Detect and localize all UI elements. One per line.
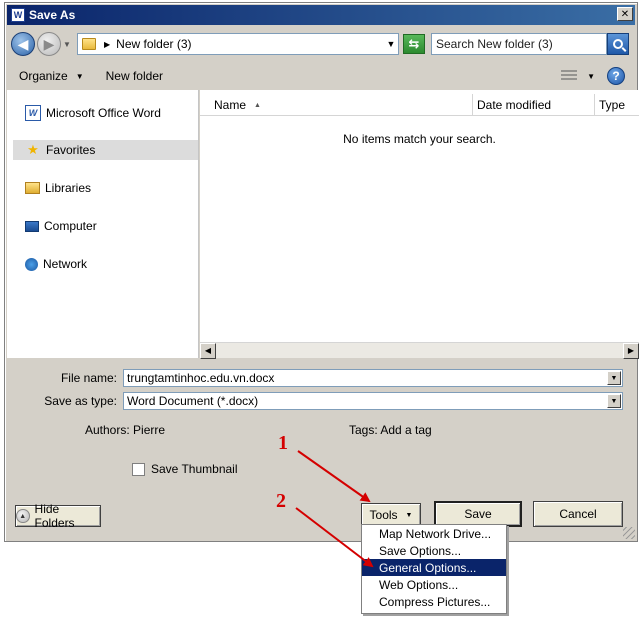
hide-folders-label: Hide Folders [34, 502, 75, 530]
tools-menu: Map Network Drive... Save Options... Gen… [361, 524, 507, 614]
nav-item-libraries[interactable]: Libraries [13, 178, 198, 198]
title-bar: W Save As ✕ [7, 5, 635, 25]
close-button[interactable]: ✕ [617, 7, 633, 21]
address-dropdown-icon[interactable]: ▼ [384, 39, 398, 49]
save-thumbnail-checkbox[interactable] [132, 462, 145, 476]
column-header-date[interactable]: Date modified [473, 94, 595, 116]
horizontal-scrollbar[interactable]: ◀ ▶ [200, 342, 639, 359]
nav-item-computer[interactable]: Computer [13, 216, 198, 236]
word-app-icon: W [11, 8, 25, 22]
views-dropdown-icon[interactable]: ▼ [587, 72, 595, 81]
chevron-up-icon: ▲ [16, 509, 30, 523]
computer-icon [25, 220, 39, 232]
column-date-label: Date modified [477, 98, 552, 112]
organize-button[interactable]: Organize ▼ [19, 69, 84, 83]
nav-item-network[interactable]: Network [13, 254, 198, 274]
command-toolbar: Organize ▼ New folder ▼ ? [7, 63, 635, 89]
nav-item-label: Favorites [46, 143, 96, 157]
tools-label: Tools [369, 508, 398, 522]
file-name-value: trungtamtinhoc.edu.vn.docx [127, 371, 275, 385]
annotation-number-2: 2 [276, 490, 286, 512]
save-thumbnail-row: Save Thumbnail [132, 462, 238, 476]
column-header-type[interactable]: Type [595, 94, 639, 116]
scroll-left-icon[interactable]: ◀ [200, 342, 216, 359]
search-input[interactable]: Search New folder (3) [431, 33, 607, 55]
save-type-label: Save as type: [44, 394, 117, 408]
save-type-select[interactable]: Word Document (*.docx) ▼ [123, 392, 623, 410]
network-icon [25, 257, 38, 271]
resize-grip[interactable] [623, 527, 635, 539]
folder-icon [82, 38, 96, 50]
file-list-pane: Name ▲ Date modified Type No items match… [200, 90, 639, 359]
nav-item-label: Network [43, 257, 88, 271]
window-title: Save As [29, 8, 76, 22]
save-thumbnail-label: Save Thumbnail [151, 462, 238, 476]
authors-field: Authors: Pierre [85, 423, 165, 437]
nav-item-favorites[interactable]: ★ Favorites [13, 140, 198, 160]
breadcrumb-arrow-icon[interactable]: ▶ [104, 40, 110, 49]
file-name-label: File name: [60, 371, 117, 385]
star-icon: ★ [27, 142, 39, 157]
forward-button[interactable]: ▶ [37, 32, 61, 56]
cancel-button[interactable]: Cancel [533, 501, 623, 527]
search-button[interactable] [607, 33, 629, 55]
authors-label: Authors: [85, 423, 130, 437]
column-header-row: Name ▲ Date modified Type [200, 94, 639, 116]
save-as-dialog: W Save As ✕ ◀ ▶ ▼ ▶ New folder (3) ▼ ⇆ S… [4, 2, 639, 542]
search-placeholder: Search New folder (3) [436, 37, 553, 51]
file-name-dropdown-icon[interactable]: ▼ [607, 371, 621, 385]
breadcrumb-path[interactable]: New folder (3) [116, 37, 384, 51]
empty-message: No items match your search. [343, 132, 496, 146]
nav-item-label: Computer [44, 219, 97, 233]
back-button[interactable]: ◀ [11, 32, 35, 56]
menu-item-compress-pictures[interactable]: Compress Pictures... [362, 593, 506, 610]
menu-item-web-options[interactable]: Web Options... [362, 576, 506, 593]
nav-item-label: Microsoft Office Word [46, 106, 161, 120]
file-name-field[interactable]: trungtamtinhoc.edu.vn.docx ▼ [123, 369, 623, 387]
refresh-button[interactable]: ⇆ [403, 34, 425, 54]
tags-field: Tags: Add a tag [349, 423, 432, 437]
chevron-down-icon: ▼ [75, 71, 84, 81]
new-folder-label: New folder [105, 69, 163, 83]
new-folder-button[interactable]: New folder [106, 69, 163, 83]
organize-label: Organize [19, 69, 68, 83]
libraries-icon [25, 182, 40, 194]
views-icon[interactable] [561, 70, 578, 82]
column-type-label: Type [599, 98, 626, 112]
hide-folders-button[interactable]: ▲ Hide Folders [15, 502, 101, 530]
menu-item-map-network-drive[interactable]: Map Network Drive... [362, 525, 506, 542]
menu-item-save-options[interactable]: Save Options... [362, 542, 506, 559]
address-bar: ◀ ▶ ▼ ▶ New folder (3) ▼ ⇆ Search New fo… [7, 27, 635, 61]
save-type-value: Word Document (*.docx) [127, 394, 259, 408]
column-name-label: Name [214, 98, 247, 112]
scroll-right-icon[interactable]: ▶ [623, 342, 639, 359]
recent-pages-dropdown[interactable]: ▼ [63, 40, 73, 49]
save-type-dropdown-icon[interactable]: ▼ [607, 394, 621, 408]
breadcrumb[interactable]: ▶ New folder (3) ▼ [77, 33, 399, 55]
authors-value[interactable]: Pierre [133, 423, 165, 437]
word-icon: W [25, 105, 41, 121]
menu-item-general-options[interactable]: General Options... [362, 559, 506, 576]
save-type-row: Save as type: Word Document (*.docx) ▼ [5, 392, 623, 410]
nav-item-word[interactable]: W Microsoft Office Word [13, 103, 198, 123]
save-label: Save [464, 507, 492, 521]
help-icon[interactable]: ? [607, 67, 625, 85]
cancel-label: Cancel [559, 507, 597, 521]
tags-value[interactable]: Add a tag [380, 423, 431, 437]
tags-label: Tags: [349, 423, 378, 437]
navigation-pane: W Microsoft Office Word ★ Favorites Libr… [7, 90, 199, 358]
chevron-down-icon: ▼ [405, 511, 413, 519]
nav-item-label: Libraries [45, 181, 92, 195]
sort-up-icon: ▲ [254, 101, 261, 109]
column-header-name[interactable]: Name ▲ [200, 94, 473, 116]
annotation-number-1: 1 [278, 432, 288, 454]
search-icon [613, 39, 623, 49]
file-name-row: File name: trungtamtinhoc.edu.vn.docx ▼ [5, 369, 623, 387]
